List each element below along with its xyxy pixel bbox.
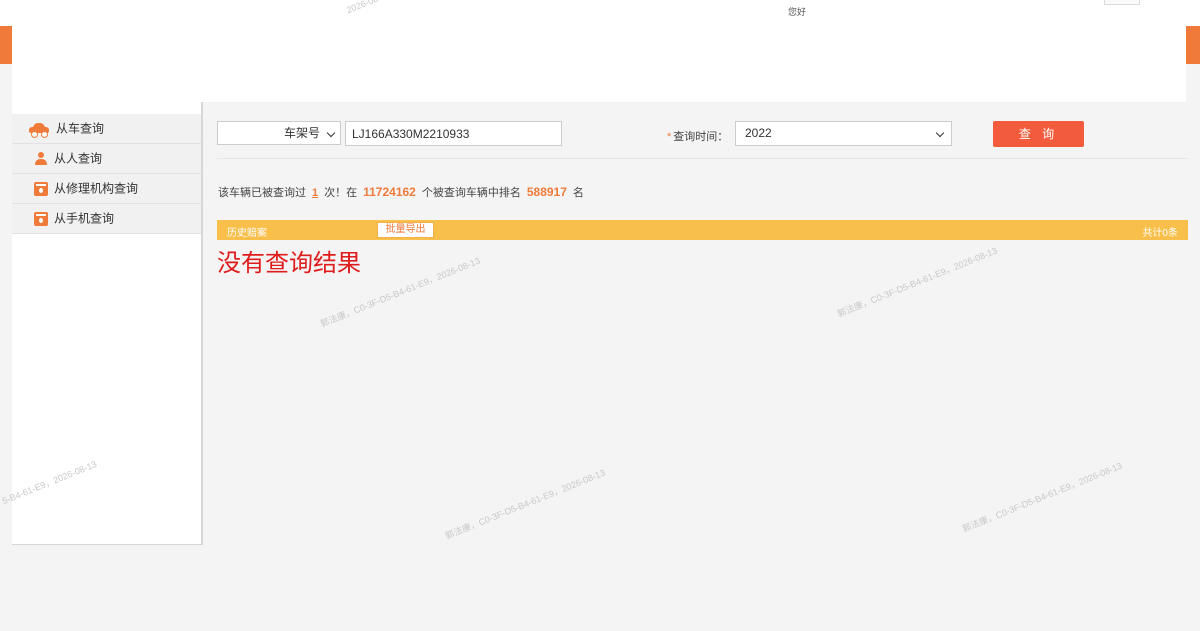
empty-result-message: 没有查询结果: [217, 249, 361, 277]
search-field-value: 车架号: [283, 126, 320, 140]
total-count: 共计0条: [1142, 228, 1178, 239]
chevron-down-icon: [935, 128, 945, 138]
query-button[interactable]: 查 询: [993, 121, 1084, 147]
sidebar-item-vehicle-query[interactable]: 从车查询: [12, 114, 201, 144]
watermark: 郭法康，C0-3F-D5-B4-61-E9，2026-08-13: [443, 467, 607, 542]
claims-history-title: 历史赔案: [227, 228, 267, 239]
header-panel: [12, 24, 1186, 102]
query-time-label-text: 查询时间：: [673, 131, 729, 143]
claims-history-bar: 历史赔案 批量导出 共计0条: [217, 220, 1188, 240]
vin-input[interactable]: [345, 121, 562, 146]
search-field-select[interactable]: 车架号: [217, 121, 341, 145]
sidebar-item-label: 从车查询: [56, 121, 105, 136]
sidebar: 从车查询 从人查询 从修理机构查询 从手机查询: [12, 102, 203, 545]
sidebar-item-label: 从人查询: [54, 151, 103, 166]
sidebar-item-label: 从手机查询: [54, 211, 115, 226]
sidebar-item-repair-shop-query[interactable]: 从修理机构查询: [12, 174, 201, 204]
stats-mid-2: 个被查询车辆中排名: [421, 187, 521, 199]
sidebar-item-phone-query[interactable]: 从手机查询: [12, 204, 201, 234]
repair-shop-icon: [34, 181, 48, 196]
watermark: 郭法康，C0-3F-D5-B4-61-E9，2026-08-13: [835, 245, 999, 320]
query-stats: 该车辆已被查询过 1 次！在 11724162 个被查询车辆中排名 588917 名: [218, 184, 584, 200]
phone-icon: [34, 211, 48, 226]
stats-prefix: 该车辆已被查询过: [218, 187, 306, 199]
batch-export-button[interactable]: 批量导出: [377, 222, 434, 238]
required-mark: *: [667, 131, 672, 143]
sidebar-item-label: 从修理机构查询: [54, 181, 139, 196]
sidebar-spacer: [12, 102, 201, 114]
query-count-link[interactable]: 1: [312, 187, 318, 199]
year-select[interactable]: 2022: [735, 121, 952, 146]
header-accent-left: [0, 26, 12, 64]
divider: [217, 158, 1188, 159]
stats-suffix: 名: [572, 187, 584, 199]
query-time-label: * 查询时间：: [667, 128, 728, 144]
sidebar-item-person-query[interactable]: 从人查询: [12, 144, 201, 174]
rank-value: 588917: [526, 185, 567, 199]
car-icon: [28, 122, 50, 138]
total-vehicles-count: 11724162: [363, 185, 416, 199]
chevron-down-icon: [326, 128, 336, 138]
year-select-value: 2022: [745, 126, 772, 140]
stats-mid-1: 次！在: [324, 187, 358, 199]
greeting-text: 您好: [788, 7, 807, 17]
person-icon: [34, 151, 48, 166]
top-bar: 您好: [0, 0, 1200, 26]
header-accent-right: [1186, 26, 1200, 64]
watermark: 郭法康，C0-3F-D5-B4-61-E9，2026-08-13: [960, 460, 1124, 535]
top-right-control[interactable]: [1104, 0, 1140, 5]
